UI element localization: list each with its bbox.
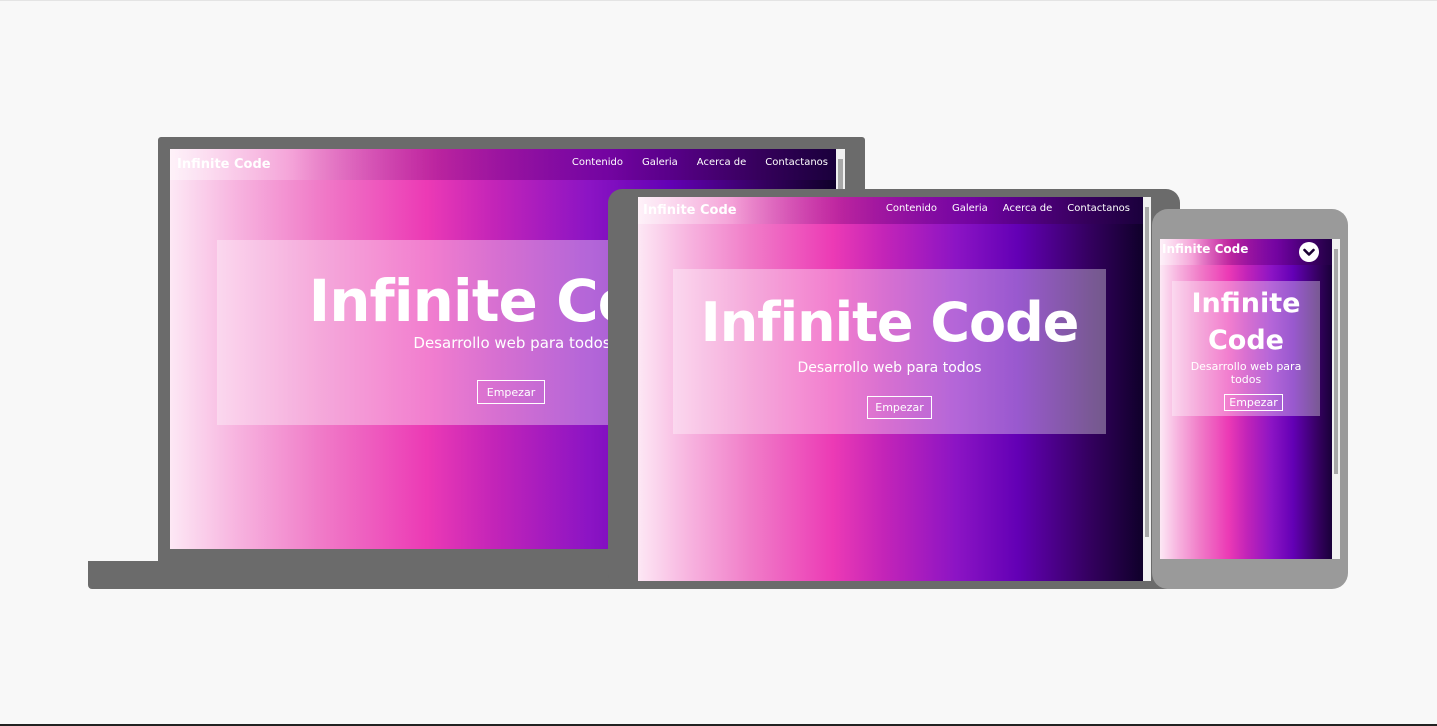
phone-hero-title-line2: Code bbox=[1207, 325, 1284, 356]
phone-navbar: Infinite Code bbox=[1160, 239, 1340, 265]
phone-scrollbar-thumb[interactable] bbox=[1334, 249, 1338, 474]
phone-screen: Infinite Code Infinite Code Desarrollo w… bbox=[1160, 239, 1340, 559]
phone-hero-box: Infinite Code Desarrollo web para todos … bbox=[1172, 281, 1320, 416]
phone-hero-title-line1: Infinite bbox=[1191, 288, 1301, 319]
phone-hero-subtitle-line2: todos bbox=[1230, 373, 1262, 386]
phone-start-button[interactable]: Empezar bbox=[1224, 394, 1283, 411]
phone-brand-logo[interactable]: Infinite Code bbox=[1162, 242, 1248, 256]
chevron-down-icon[interactable] bbox=[1299, 242, 1319, 262]
phone-scrollbar[interactable] bbox=[1332, 239, 1340, 559]
phone-hero-subtitle-line1: Desarrollo web para bbox=[1190, 360, 1302, 373]
phone-mockup: Infinite Code Infinite Code Desarrollo w… bbox=[0, 0, 1437, 726]
